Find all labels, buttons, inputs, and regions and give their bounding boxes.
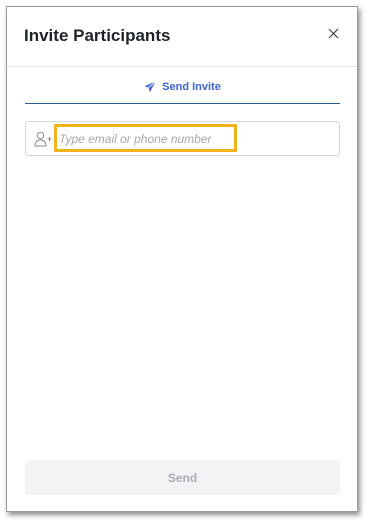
send-button[interactable]: Send [25,460,340,495]
email-or-phone-input[interactable] [59,129,233,149]
tab-send-invite-label: Send Invite [162,81,221,93]
invite-participants-dialog: Invite Participants Send Invite Send [6,6,358,512]
dialog-title: Invite Participants [24,26,171,45]
tab-send-invite[interactable]: Send Invite [25,71,340,104]
close-icon [328,28,338,38]
dialog-header: Invite Participants [7,7,357,67]
user-add-icon [34,131,52,147]
close-button[interactable] [323,23,343,43]
invite-input-field [25,121,340,156]
paper-plane-icon [144,81,156,93]
